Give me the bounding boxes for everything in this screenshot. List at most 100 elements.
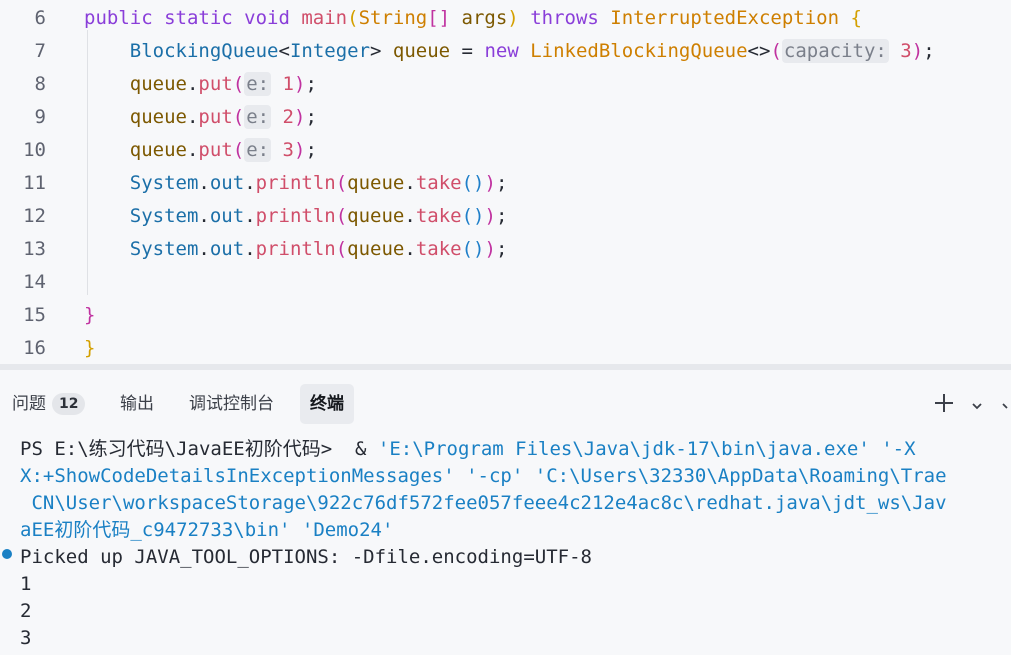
terminal-line: 1 [20, 571, 31, 598]
code-line[interactable]: 13 System.out.println(queue.take()); [0, 233, 1011, 266]
code-token: ; [495, 172, 508, 194]
code-token: ) [507, 7, 519, 29]
line-number: 7 [34, 40, 46, 62]
code-token: args [461, 7, 508, 29]
code-token: out [209, 205, 245, 227]
code-token: println [255, 205, 336, 227]
terminal-line: CN\User\workspaceStorage\922c76df572fee0… [20, 490, 947, 517]
code-token: System [129, 238, 199, 260]
line-number: 11 [23, 172, 46, 194]
code-token: > [370, 40, 393, 62]
code-token: public static void [84, 7, 302, 29]
line-number: 13 [23, 238, 46, 260]
line-number: 15 [23, 304, 46, 326]
code-token: } [84, 337, 96, 359]
code-line[interactable]: 14 [0, 266, 1011, 299]
code-token: { [850, 7, 862, 29]
code-token: println [255, 172, 336, 194]
code-token: System [129, 172, 199, 194]
code-token: . [404, 238, 416, 260]
code-token: ( [347, 7, 359, 29]
code-token: . [244, 205, 256, 227]
code-token: . [244, 238, 256, 260]
parameter-hint: e: [244, 138, 272, 162]
code-token: ( [335, 205, 348, 227]
code-token: put [198, 73, 233, 95]
code-token: . [186, 73, 199, 95]
code-token: ; [923, 40, 935, 62]
tab-terminal[interactable]: 终端 [300, 384, 354, 424]
code-token: ( [232, 106, 245, 128]
code-text: System.out.println(queue.take()); [84, 167, 508, 200]
code-editor[interactable]: 6 public static void main(String[] args) … [0, 0, 1011, 364]
code-token: 3 [888, 40, 912, 62]
code-token: () [461, 205, 485, 227]
plus-icon[interactable] [931, 392, 957, 418]
code-token: 3 [271, 139, 294, 161]
terminal-text: 1 [20, 573, 32, 595]
code-token: out [209, 172, 245, 194]
more-icon[interactable] [1000, 392, 1011, 418]
code-token: queue [129, 139, 187, 161]
code-line[interactable]: 8 queue.put(e: 1); [0, 68, 1011, 101]
code-line[interactable]: 6 public static void main(String[] args) … [0, 2, 1011, 35]
code-text: System.out.println(queue.take()); [84, 233, 508, 266]
code-token: } [84, 304, 96, 326]
code-token: String [358, 7, 428, 29]
line-number: 8 [34, 73, 46, 95]
code-token: put [198, 106, 233, 128]
terminal-text: 'E:\Program Files\Java\jdk-17\bin\java.e… [377, 438, 916, 460]
code-token: . [198, 238, 210, 260]
code-token: ) [293, 73, 306, 95]
code-text: queue.put(e: 2); [84, 101, 317, 134]
line-number: 6 [34, 7, 46, 29]
code-line[interactable]: 9 queue.put(e: 2); [0, 101, 1011, 134]
terminal-output[interactable]: PS E:\练习代码\JavaEE初阶代码> & 'E:\Program Fil… [0, 436, 1011, 655]
code-text: public static void main(String[] args) t… [84, 2, 862, 35]
code-line[interactable]: 7 BlockingQueue<Integer> queue = new Lin… [0, 35, 1011, 68]
terminal-line: aEE初阶代码_c9472733\bin' 'Demo24' [20, 517, 393, 544]
code-token: ( [335, 172, 348, 194]
code-token: LinkedBlockingQueue [530, 40, 748, 62]
code-token: = [450, 40, 485, 62]
code-token: ) [484, 205, 496, 227]
terminal-line: 3 [20, 625, 31, 652]
code-token: println [255, 238, 336, 260]
code-line[interactable]: 12 System.out.println(queue.take()); [0, 200, 1011, 233]
code-token: queue [347, 205, 405, 227]
command-status-dot [2, 549, 12, 559]
code-token: ; [495, 205, 508, 227]
parameter-hint: capacity: [781, 39, 889, 63]
code-token: throws [530, 7, 611, 29]
code-line[interactable]: 11 System.out.println(queue.take()); [0, 167, 1011, 200]
line-number: 16 [23, 337, 46, 359]
code-token: queue [392, 40, 451, 62]
terminal-text: CN\User\workspaceStorage\922c76df572fee0… [20, 492, 947, 514]
tab-problems[interactable]: 问题 12 [2, 384, 95, 424]
tab-terminal-label: 终端 [310, 394, 344, 414]
code-token: System [129, 205, 199, 227]
code-token: () [461, 238, 485, 260]
parameter-hint: e: [244, 72, 272, 96]
code-token: . [404, 205, 416, 227]
terminal-line: PS E:\练习代码\JavaEE初阶代码> & 'E:\Program Fil… [20, 436, 916, 463]
code-line[interactable]: 15} [0, 299, 1011, 332]
tab-problems-label: 问题 [12, 394, 46, 414]
code-token: BlockingQueue [129, 40, 279, 62]
chevron-down-icon[interactable] [966, 392, 988, 418]
code-token: take [415, 205, 462, 227]
tab-debug-console[interactable]: 调试控制台 [179, 384, 284, 424]
code-line[interactable]: 16} [0, 332, 1011, 365]
code-token: ) [293, 139, 306, 161]
tab-output[interactable]: 输出 [110, 384, 164, 424]
code-token: ) [484, 172, 496, 194]
code-token: queue [347, 238, 405, 260]
code-line[interactable]: 10 queue.put(e: 3); [0, 134, 1011, 167]
terminal-line: Picked up JAVA_TOOL_OPTIONS: -Dfile.enco… [20, 544, 592, 571]
code-token: [] [427, 7, 462, 29]
code-token: queue [129, 73, 187, 95]
code-token: ) [293, 106, 306, 128]
parameter-hint: e: [244, 105, 272, 129]
